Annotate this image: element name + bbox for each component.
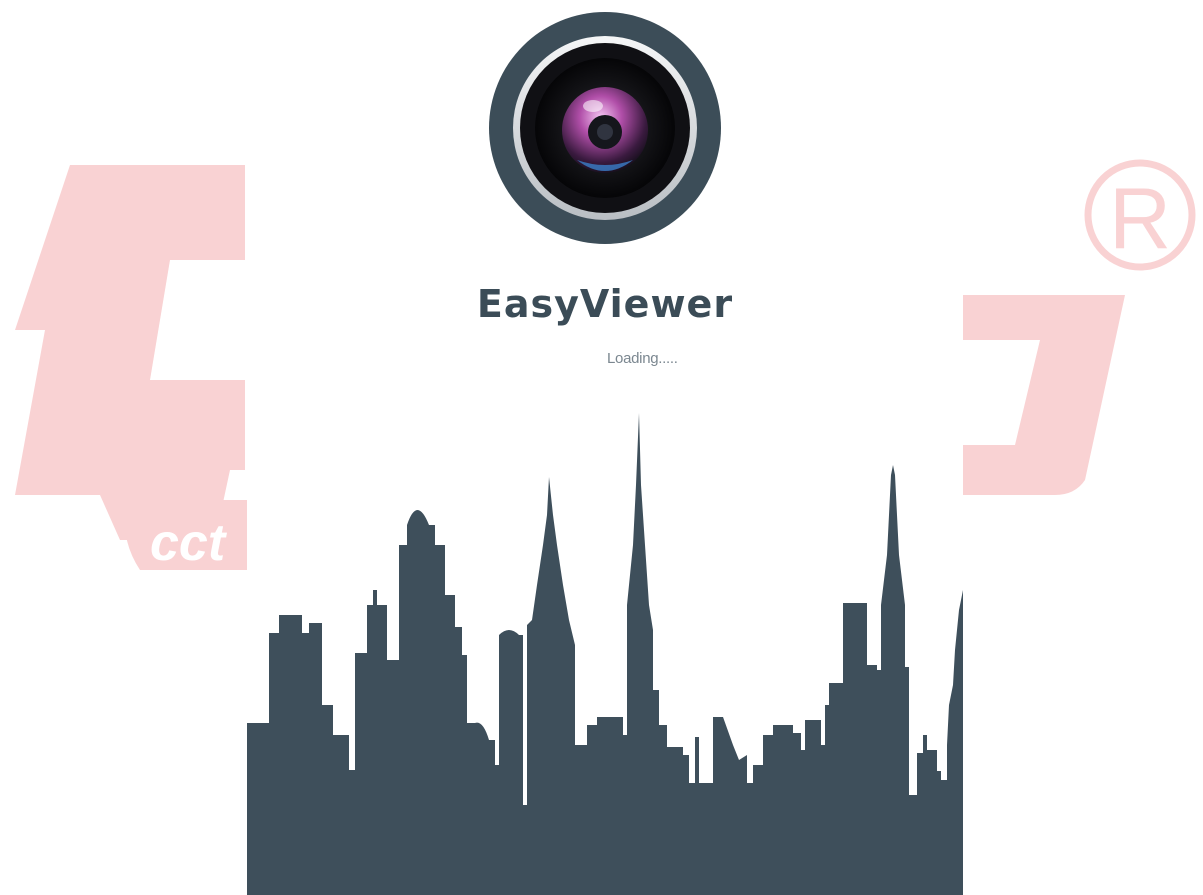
screen: cct R EasyViewer Loading.....	[0, 0, 1203, 895]
loading-status: Loading.....	[607, 350, 678, 367]
splash-screen: EasyViewer Loading.....	[247, 0, 963, 895]
watermark-text: cct	[150, 514, 228, 572]
city-skyline	[247, 413, 963, 895]
registered-mark-letter: R	[1109, 171, 1171, 267]
camera-lens-icon	[489, 12, 721, 244]
app-title: EasyViewer	[476, 282, 734, 326]
